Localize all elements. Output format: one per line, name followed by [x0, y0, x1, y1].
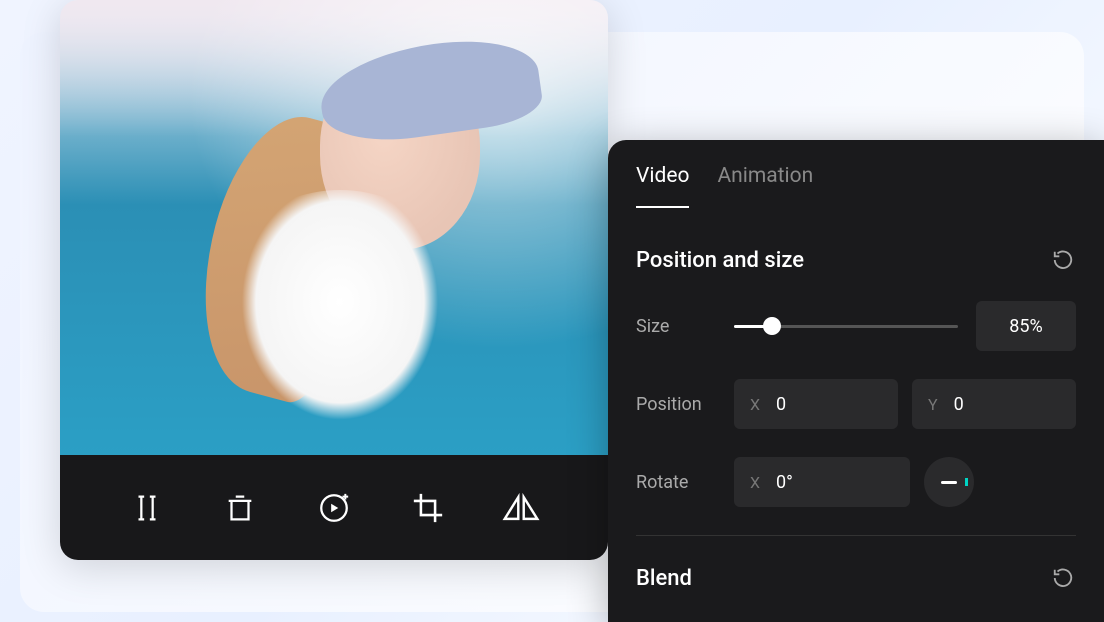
rotate-x-input[interactable]: X 0°	[734, 457, 910, 507]
tab-animation[interactable]: Animation	[717, 164, 813, 208]
section-divider	[636, 535, 1076, 536]
rotate-dial[interactable]	[924, 457, 974, 507]
rotate-label: Rotate	[636, 472, 734, 493]
rotate-axis-label: X	[750, 473, 760, 492]
properties-panel: Video Animation Position and size Size 8…	[608, 140, 1104, 622]
video-preview-panel	[60, 0, 608, 560]
size-control: Size 85%	[636, 301, 1076, 351]
mirror-button[interactable]	[499, 486, 543, 530]
reset-icon	[1052, 249, 1074, 271]
mirror-icon	[502, 491, 540, 525]
split-button[interactable]	[125, 486, 169, 530]
panel-tabs: Video Animation	[636, 164, 1076, 208]
reset-icon	[1052, 567, 1074, 589]
position-x-input[interactable]: X 0	[734, 379, 898, 429]
rotate-dial-marker	[965, 478, 968, 486]
size-slider-thumb[interactable]	[763, 317, 781, 335]
blend-header: Blend	[636, 566, 1076, 591]
position-size-header: Position and size	[636, 248, 1076, 273]
reset-position-size-button[interactable]	[1052, 249, 1076, 273]
position-label: Position	[636, 394, 734, 415]
position-y-value: 0	[954, 394, 964, 415]
blend-title: Blend	[636, 566, 692, 591]
tab-video[interactable]: Video	[636, 164, 689, 208]
video-frame[interactable]	[60, 0, 608, 455]
y-axis-label: Y	[928, 395, 938, 414]
rotate-dial-handle	[941, 481, 957, 484]
position-x-value: 0	[776, 394, 786, 415]
crop-button[interactable]	[406, 486, 450, 530]
delete-icon	[223, 491, 257, 525]
rotate-control: Rotate X 0°	[636, 457, 1076, 507]
size-slider[interactable]	[734, 325, 958, 328]
position-y-input[interactable]: Y 0	[912, 379, 1076, 429]
speed-button[interactable]	[312, 486, 356, 530]
size-value-input[interactable]: 85%	[976, 301, 1076, 351]
x-axis-label: X	[750, 395, 760, 414]
video-toolbar	[60, 455, 608, 560]
size-label: Size	[636, 316, 734, 337]
reset-blend-button[interactable]	[1052, 567, 1076, 591]
split-icon	[130, 491, 164, 525]
speed-icon	[317, 491, 351, 525]
crop-icon	[411, 491, 445, 525]
position-control: Position X 0 Y 0	[636, 379, 1076, 429]
position-size-title: Position and size	[636, 248, 804, 273]
delete-button[interactable]	[218, 486, 262, 530]
rotate-value: 0°	[776, 472, 793, 493]
